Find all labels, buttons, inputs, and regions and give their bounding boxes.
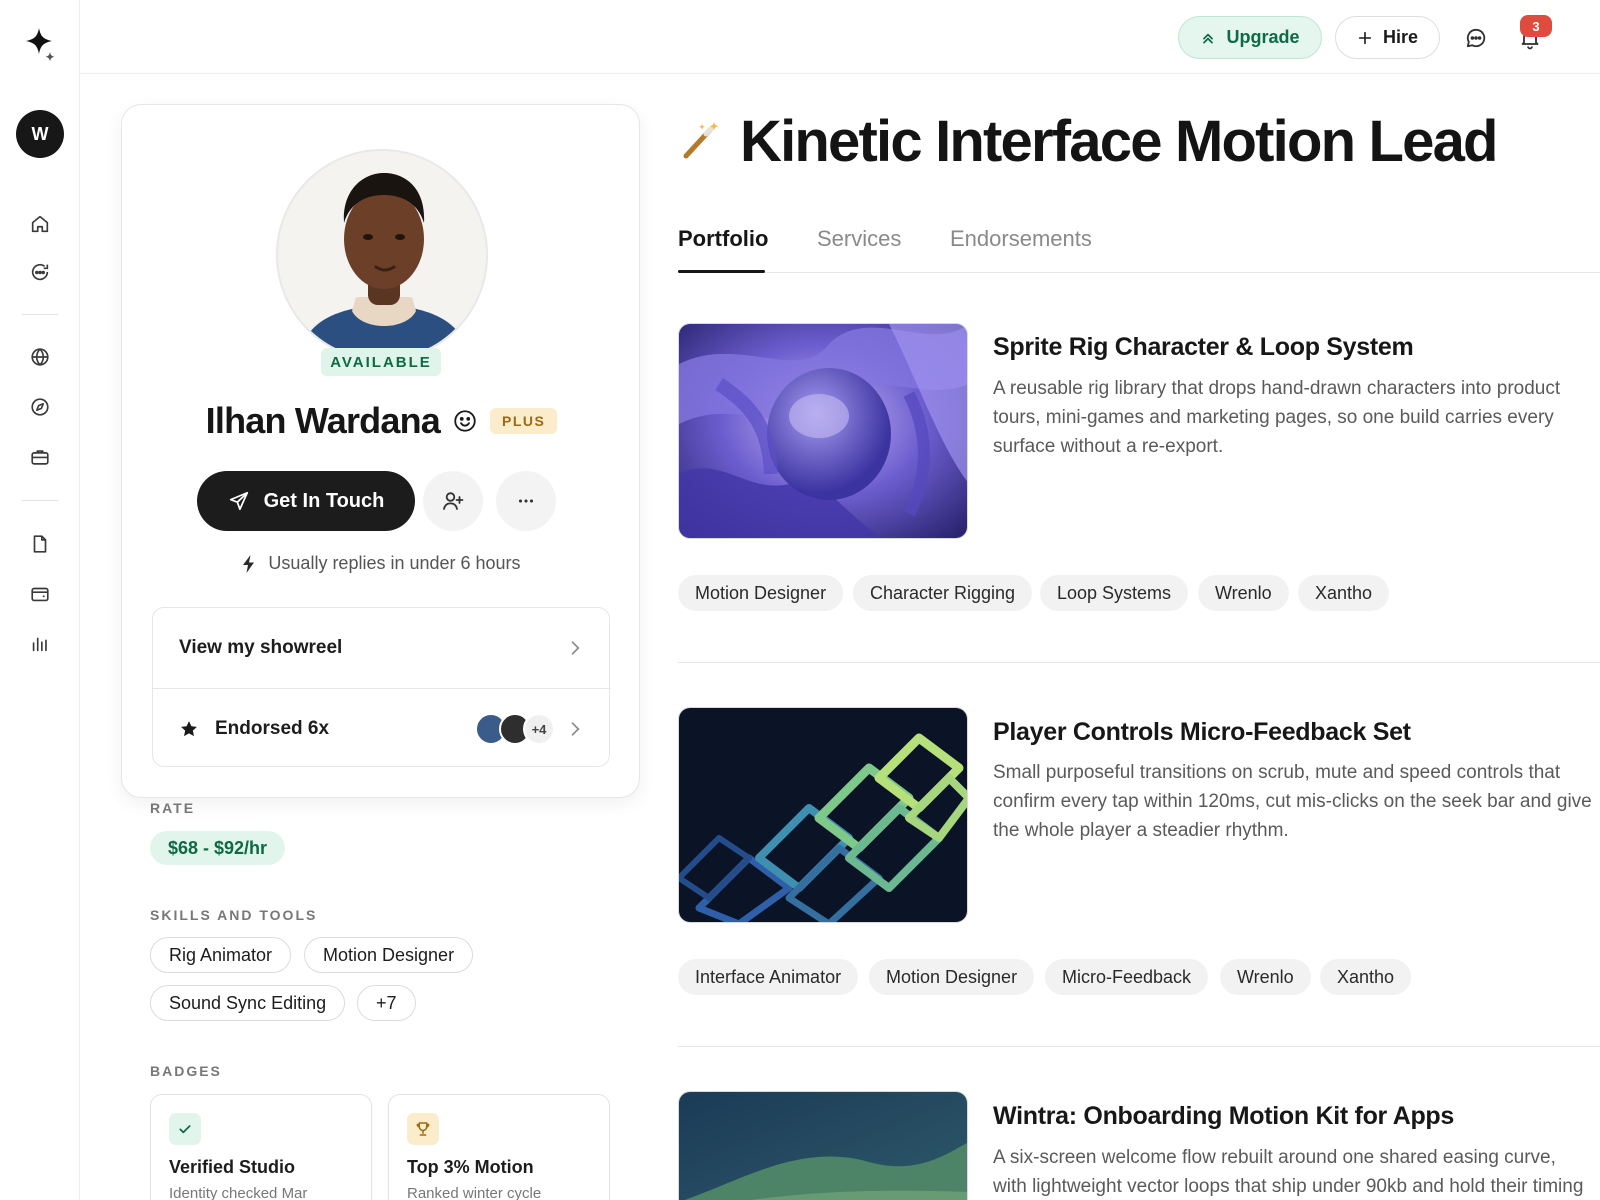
skill-chip[interactable]: Sound Sync Editing — [150, 985, 346, 1021]
project-tag[interactable]: Motion Designer — [678, 575, 844, 611]
badge-title: Verified Studio — [169, 1157, 296, 1177]
project-tag[interactable]: Motion Designer — [869, 959, 1035, 995]
sparkle-logo-icon[interactable] — [24, 26, 58, 64]
reply-time: Usually replies in under 6 hours — [122, 553, 641, 574]
get-in-touch-button[interactable]: Get In Touch — [197, 471, 415, 531]
skills-label: SKILLS AND TOOLS — [150, 907, 318, 923]
chevron-right-icon — [571, 641, 580, 655]
analytics-icon[interactable] — [28, 632, 52, 656]
project-tag[interactable]: Wrenlo — [1198, 575, 1289, 611]
activity-icon[interactable] — [28, 260, 52, 284]
tab-endorsements[interactable]: Endorsements — [950, 226, 1092, 252]
rail-divider — [22, 314, 58, 315]
badges-label: BADGES — [150, 1063, 222, 1079]
magic-wand-icon — [683, 122, 719, 159]
project-title[interactable]: Wintra: Onboarding Motion Kit for Apps — [993, 1102, 1454, 1131]
lightning-icon — [243, 554, 255, 573]
active-tab-indicator — [678, 270, 765, 273]
profile-photo — [276, 149, 488, 361]
badge-title: Top 3% Motion — [407, 1157, 534, 1177]
home-icon[interactable] — [28, 212, 52, 236]
left-rail: W — [0, 0, 80, 1200]
rail-divider — [22, 500, 58, 501]
document-icon[interactable] — [28, 532, 52, 556]
workspace-avatar[interactable]: W — [16, 110, 64, 158]
notification-count-badge: 3 — [1520, 15, 1552, 37]
send-icon — [229, 491, 248, 511]
project-divider — [678, 662, 1600, 663]
more-horizontal-icon — [518, 499, 534, 503]
profile-name-row: Ilhan Wardana PLUS — [122, 395, 641, 447]
upgrade-label: Upgrade — [1226, 27, 1300, 47]
plus-tier-badge: PLUS — [489, 408, 558, 434]
more-options-button[interactable] — [496, 471, 556, 531]
page-title: Kinetic Interface Motion Lead — [740, 109, 1498, 174]
plus-icon — [1358, 31, 1372, 44]
project-title[interactable]: Sprite Rig Character & Loop System — [993, 333, 1414, 362]
badge-card-top-motion[interactable]: Top 3% Motion Ranked winter cycle — [388, 1094, 610, 1200]
project-thumbnail[interactable] — [678, 323, 968, 539]
upgrade-button[interactable]: Upgrade — [1178, 16, 1322, 59]
tab-portfolio[interactable]: Portfolio — [678, 226, 768, 252]
star-icon — [181, 720, 197, 736]
project-title[interactable]: Player Controls Micro-Feedback Set — [993, 718, 1411, 747]
profile-card: AVAILABLE Ilhan Wardana PLUS Get In Touc… — [121, 104, 640, 798]
project-description: A six-screen welcome flow rebuilt around… — [993, 1147, 1584, 1197]
project-tag[interactable]: Micro-Feedback — [1045, 959, 1209, 995]
project-tag[interactable]: Loop Systems — [1040, 575, 1189, 611]
profile-tabs: Portfolio Services Endorsements — [678, 220, 1600, 273]
compass-icon[interactable] — [28, 395, 52, 419]
project-thumbnail[interactable] — [678, 707, 968, 923]
skill-chip[interactable]: Rig Animator — [150, 937, 292, 973]
project-tag[interactable]: Character Rigging — [853, 575, 1033, 611]
badge-card-verified[interactable]: Verified Studio Identity checked Mar — [150, 1094, 372, 1200]
badge-subtitle: Identity checked Mar — [169, 1185, 308, 1200]
globe-icon[interactable] — [28, 345, 52, 369]
reply-time-text: Usually replies in under 6 hours — [268, 553, 521, 573]
project-description: A reusable rig library that drops hand-d… — [993, 378, 1561, 457]
rate-value: $68 - $92/hr — [150, 831, 286, 865]
hire-button[interactable]: Hire — [1335, 16, 1440, 59]
wallet-icon[interactable] — [28, 582, 52, 606]
endorsements-link[interactable]: Endorsed 6x +4 — [153, 688, 611, 768]
showreel-link[interactable]: View my showreel — [153, 608, 611, 688]
rate-label: RATE — [150, 800, 196, 816]
project-description: Small purposeful transitions on scrub, m… — [993, 762, 1592, 841]
endorser-avatars: +4 — [475, 713, 555, 745]
hire-label: Hire — [1382, 27, 1418, 47]
smiley-icon[interactable] — [452, 408, 478, 434]
briefcase-icon[interactable] — [28, 445, 52, 469]
project-thumbnail[interactable] — [678, 1091, 968, 1200]
follow-button[interactable] — [423, 471, 483, 531]
project-tag[interactable]: Interface Animator — [678, 959, 859, 995]
endorsers-more-count: +4 — [523, 713, 555, 745]
project-tag[interactable]: Xantho — [1298, 575, 1390, 611]
availability-badge: AVAILABLE — [321, 348, 441, 376]
chevron-right-icon — [571, 722, 580, 736]
chevrons-up-icon — [1203, 33, 1214, 44]
profile-name: Ilhan Wardana — [205, 400, 441, 441]
project-tag[interactable]: Wrenlo — [1220, 959, 1311, 995]
showreel-label: View my showreel — [179, 637, 343, 658]
project-divider — [678, 1046, 1600, 1047]
profile-links: View my showreel Endorsed 6x +4 — [152, 607, 611, 768]
endorsed-label: Endorsed 6x — [215, 717, 330, 739]
chat-icon[interactable] — [1464, 26, 1488, 50]
top-bar: Upgrade Hire 3 — [80, 0, 1600, 74]
more-skills-chip[interactable]: +7 — [357, 985, 416, 1021]
tab-services[interactable]: Services — [817, 226, 901, 252]
trophy-icon — [407, 1113, 439, 1145]
skill-chip[interactable]: Motion Designer — [304, 937, 474, 973]
badge-subtitle: Ranked winter cycle — [407, 1185, 542, 1200]
project-tag[interactable]: Xantho — [1320, 959, 1412, 995]
get-in-touch-label: Get In Touch — [263, 489, 385, 512]
add-user-icon — [443, 492, 464, 510]
check-icon — [169, 1113, 201, 1145]
